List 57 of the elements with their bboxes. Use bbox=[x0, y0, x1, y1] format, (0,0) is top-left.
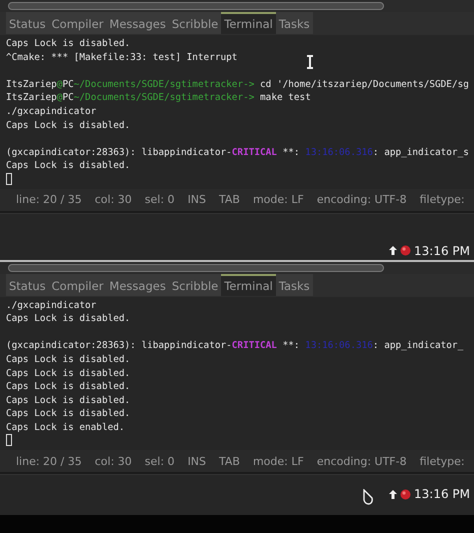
arrow-up-icon[interactable] bbox=[389, 490, 397, 499]
terminal-cursor bbox=[6, 172, 12, 185]
panel-tab[interactable]: Terminal bbox=[221, 12, 276, 34]
terminal-line: (gxcapindicator:28363): libappindicator-CRITICAL **: 13:16:06.316: app_indicator_s bbox=[6, 146, 469, 160]
panel-tab[interactable]: Tasks bbox=[276, 12, 313, 34]
panel-tab[interactable]: Compiler bbox=[48, 12, 106, 34]
status-item: line: 20 / 35 bbox=[16, 193, 82, 206]
terminal-line: ^Cmake: *** [Makefile:33: test] Interrupt bbox=[6, 50, 238, 64]
terminal-line: Caps Lock is disabled. bbox=[6, 312, 130, 326]
status-item: sel: 0 bbox=[144, 193, 175, 206]
panel-tab[interactable]: Status bbox=[6, 274, 49, 296]
status-item: col: 30 bbox=[94, 454, 132, 468]
terminal-line: Caps Lock is disabled. bbox=[6, 118, 130, 132]
status-item: sel: 0 bbox=[144, 454, 175, 468]
scrollbar[interactable] bbox=[8, 2, 384, 10]
terminal-line: (gxcapindicator:28363): libappindicator-CRITICAL **: 13:16:06.316: app_indicator_ bbox=[6, 339, 464, 353]
panel-tab[interactable]: Status bbox=[6, 12, 49, 34]
status-item: INS bbox=[188, 193, 206, 206]
clock[interactable]: 13:16 PM bbox=[414, 244, 470, 258]
terminal-cursor bbox=[6, 434, 12, 446]
panel-tab[interactable]: Tasks bbox=[276, 274, 313, 296]
status-item: line: 20 / 35 bbox=[16, 454, 82, 468]
scrollbar[interactable] bbox=[8, 264, 384, 272]
status-item: encoding: UTF-8 bbox=[316, 454, 407, 468]
terminal-line: ItsZariep@PC~/Documents/SGDE/sgtimetracker-> make test bbox=[6, 91, 311, 105]
terminal-line: Caps Lock is disabled. bbox=[6, 394, 130, 408]
status-item: TAB bbox=[219, 193, 240, 206]
text-cursor-icon bbox=[306, 55, 314, 69]
panel-tab[interactable]: Scribble bbox=[168, 274, 222, 296]
terminal-line: ItsZariep@PC~/Documents/SGDE/sgtimetracker-> cd '/home/itszariep/Documents/SGDE/sg bbox=[6, 78, 469, 92]
record-icon[interactable] bbox=[400, 488, 411, 500]
status-item: filetype: bbox=[420, 193, 465, 206]
panel-tab[interactable]: Messages bbox=[106, 12, 169, 34]
clock[interactable]: 13:16 PM bbox=[414, 487, 470, 502]
status-item: mode: LF bbox=[252, 454, 304, 468]
status-item: filetype: bbox=[420, 454, 465, 468]
terminal-line: Caps Lock is disabled. bbox=[6, 37, 130, 51]
terminal-line: Caps Lock is disabled. bbox=[6, 366, 130, 380]
terminal-line: ./gxcapindicator bbox=[6, 104, 96, 119]
record-icon[interactable] bbox=[400, 245, 411, 256]
terminal-line: Caps Lock is disabled. bbox=[6, 380, 130, 394]
pointer-icon bbox=[362, 489, 374, 506]
panel-tab[interactable]: Messages bbox=[106, 274, 169, 296]
status-item: mode: LF bbox=[252, 193, 304, 206]
panel-tab[interactable]: Terminal bbox=[221, 274, 276, 296]
status-item: encoding: UTF-8 bbox=[316, 193, 407, 206]
arrow-up-icon[interactable] bbox=[389, 246, 397, 256]
terminal-line: ./gxcapindicator bbox=[6, 298, 96, 312]
terminal-line: Caps Lock is disabled. bbox=[6, 352, 130, 366]
terminal-line: Caps Lock is enabled. bbox=[6, 420, 125, 434]
status-item: col: 30 bbox=[94, 193, 132, 206]
panel-tab[interactable]: Scribble bbox=[168, 12, 222, 34]
terminal-line: Caps Lock is disabled. bbox=[6, 407, 130, 421]
panel-tab[interactable]: Compiler bbox=[48, 274, 106, 296]
terminal-line: Caps Lock is disabled. bbox=[6, 159, 130, 173]
status-item: INS bbox=[188, 454, 206, 468]
status-item: TAB bbox=[219, 454, 240, 468]
